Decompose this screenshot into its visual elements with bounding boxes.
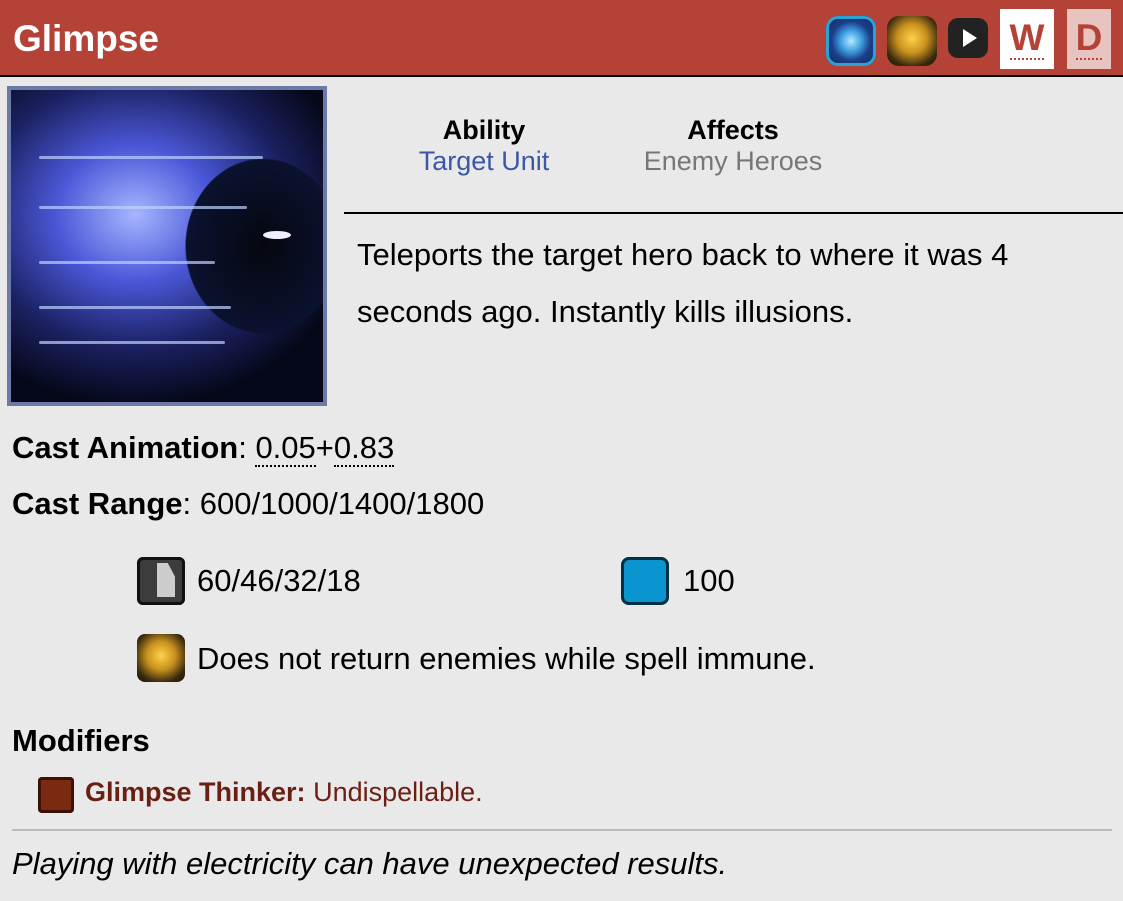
modifiers-heading: Modifiers [12,723,150,758]
modifier-name: Glimpse Thinker: [85,777,306,807]
cast-range-row: Cast Range: 600/1000/1400/1800 [12,486,484,522]
lore-text: Playing with electricity can have unexpe… [12,846,728,881]
cast-animation-label: Cast Animation [12,430,239,465]
plus-sign: + [315,430,334,465]
cooldown-value: 60/46/32/18 [197,563,361,598]
cast-backswing-value[interactable]: 0.83 [333,430,395,467]
ability-type: Ability Target Unit [400,115,568,177]
ability-affects: Affects Enemy Heroes [620,115,846,177]
hotkey-w-button[interactable]: W [1000,9,1054,69]
ability-header: Glimpse W D [0,0,1123,77]
mana-value: 100 [683,563,735,598]
ability-image [7,86,327,406]
cast-range-value: 600/1000/1400/1800 [199,486,485,521]
cast-animation-row: Cast Animation: 0.05+0.83 [12,430,395,467]
ability-type-label: Ability [442,115,526,145]
separator: : [238,430,256,465]
ability-title: Glimpse [13,18,159,59]
affects-value: Enemy Heroes [643,146,823,176]
cast-range-label: Cast Range [12,486,183,521]
hotkey-w-label: W [1009,17,1045,60]
separator: : [182,486,200,521]
hotkey-d-button[interactable]: D [1067,9,1111,69]
affects-label: Affects [687,115,779,145]
modifier-property: Undispellable. [305,777,483,807]
play-video-icon[interactable] [948,18,988,58]
shard-note: Does not return enemies while spell immu… [197,641,816,676]
divider [12,829,1112,831]
ability-description: Teleports the target hero back to where … [357,237,1009,329]
mana-icon [621,557,669,605]
aghanims-shard-icon [137,634,185,682]
cooldown-icon [137,557,185,605]
modifier-entry: Glimpse Thinker: Undispellable. [85,777,483,808]
aghanims-scepter-icon[interactable] [826,16,876,66]
modifier-icon [38,777,74,813]
ability-type-value[interactable]: Target Unit [400,146,568,177]
aghanims-shard-icon[interactable] [887,16,937,66]
hotkey-d-label: D [1075,17,1103,60]
cast-point-value[interactable]: 0.05 [255,430,316,467]
glowing-eye-icon [263,231,291,239]
divider [344,212,1123,214]
